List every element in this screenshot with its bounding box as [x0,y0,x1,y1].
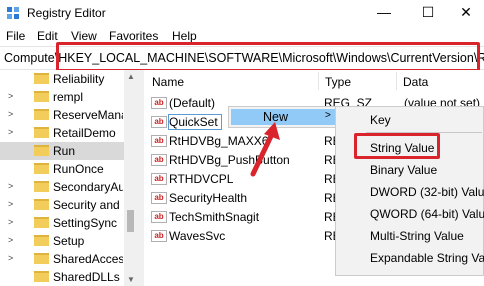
scroll-down-arrow-icon[interactable]: ▼ [127,275,135,284]
registry-editor-icon [7,7,19,19]
pane-splitter[interactable] [137,70,144,286]
menu-view[interactable]: View [71,29,97,43]
menu-help[interactable]: Help [172,29,197,43]
title-bar: Registry Editor — ☐ ✕ [0,0,484,26]
folder-icon [34,235,49,246]
address-highlight-box [56,42,480,72]
key-tree: Reliability > rempl > ReserveMana > Reta… [0,70,137,286]
tree-item-label: SettingSync [53,216,118,230]
folder-icon [34,127,49,138]
tree-item-run[interactable]: Run [0,142,124,160]
string-value-icon: ab [151,192,167,204]
scroll-up-arrow-icon[interactable]: ▲ [127,72,135,81]
string-value-highlight-box [354,133,440,159]
tree-item-label: ReserveMana [53,108,123,122]
tree-item[interactable]: > rempl [0,88,124,106]
string-value-icon: ab [151,116,167,128]
expand-chevron-icon[interactable]: > [8,199,13,209]
column-divider[interactable] [396,72,397,90]
window-title: Registry Editor [27,6,106,20]
folder-icon [34,253,49,264]
string-value-icon: ab [151,173,167,185]
expand-chevron-icon[interactable]: > [8,235,13,245]
submenu-arrow-icon: > [325,110,331,121]
string-value-icon: ab [151,230,167,242]
tree-item-label: Run [53,144,76,158]
folder-icon [34,199,49,210]
string-value-icon: ab [151,211,167,223]
expand-chevron-icon[interactable]: > [8,91,13,101]
menu-favorites[interactable]: Favorites [109,29,158,43]
value-name: WavesSvc [169,229,226,243]
minimize-button[interactable]: — [364,0,404,26]
tree-item[interactable]: > SecondaryAu [0,178,124,196]
submenu-item-dword-value[interactable]: DWORD (32-bit) Value [370,185,484,199]
tree-item[interactable]: > SettingSync [0,214,124,232]
expand-chevron-icon[interactable]: > [8,109,13,119]
tree-item-label: Setup [53,234,85,248]
expand-chevron-icon[interactable]: > [8,127,13,137]
string-value-icon: ab [151,135,167,147]
tree-item-label: SharedDLLs [53,270,120,284]
folder-icon [34,163,49,174]
expand-chevron-icon[interactable]: > [8,253,13,263]
tree-item-label: SharedAcces [53,252,123,266]
tree-item-label: Security and [53,198,120,212]
submenu-item-key[interactable]: Key [370,113,391,127]
column-header-data[interactable]: Data [403,75,428,89]
folder-icon [34,181,49,192]
tree-item[interactable]: Reliability [0,70,124,88]
folder-icon [34,271,49,282]
tree-item[interactable]: > Setup [0,232,124,250]
value-name: SecurityHealth [169,191,248,205]
tree-item-label: rempl [53,90,84,104]
folder-icon [34,217,49,228]
value-name: (Default) [169,96,216,110]
folder-icon [34,73,49,84]
address-label: Compute [4,51,55,65]
submenu-item-expandable-string-value[interactable]: Expandable String Value [370,251,484,265]
string-value-icon: ab [151,154,167,166]
tree-item-label: RunOnce [53,162,104,176]
tree-scrollbar[interactable]: ▲ ▼ [124,70,137,286]
tree-item[interactable]: > Security and [0,196,124,214]
string-value-icon: ab [151,97,167,109]
expand-chevron-icon[interactable]: > [8,217,13,227]
value-name: RTHDVCPL [169,172,234,186]
submenu-item-binary-value[interactable]: Binary Value [370,163,437,177]
value-name: QuickSet [169,115,218,129]
tree-item-label: SecondaryAu [53,180,123,194]
tree-item-label: RetailDemo [53,126,116,140]
column-divider[interactable] [318,72,319,90]
column-header-type[interactable]: Type [325,75,351,89]
value-name: TechSmithSnagit [169,210,260,224]
tree-item-label: Reliability [53,72,105,86]
scrollbar-thumb[interactable] [127,210,134,232]
submenu-item-multi-string-value[interactable]: Multi-String Value [370,229,464,243]
folder-icon [34,145,49,156]
tree-item[interactable]: > SharedAcces [0,250,124,268]
tree-item[interactable]: RunOnce [0,160,124,178]
expand-chevron-icon[interactable]: > [8,181,13,191]
maximize-button[interactable]: ☐ [408,0,448,26]
tree-item[interactable]: > ReserveMana [0,106,124,124]
folder-icon [34,109,49,120]
close-button[interactable]: ✕ [446,0,484,26]
tree-item[interactable]: SharedDLLs [0,268,124,286]
new-submenu: Key String Value Binary Value DWORD (32-… [335,106,484,276]
tree-item[interactable]: > RetailDemo [0,124,124,142]
submenu-item-qword-value[interactable]: QWORD (64-bit) Value [370,207,484,221]
menu-edit[interactable]: Edit [37,29,58,43]
column-header-name[interactable]: Name [152,75,184,89]
annotation-arrow-icon [250,122,280,177]
menu-file[interactable]: File [6,29,25,43]
folder-icon [34,91,49,102]
